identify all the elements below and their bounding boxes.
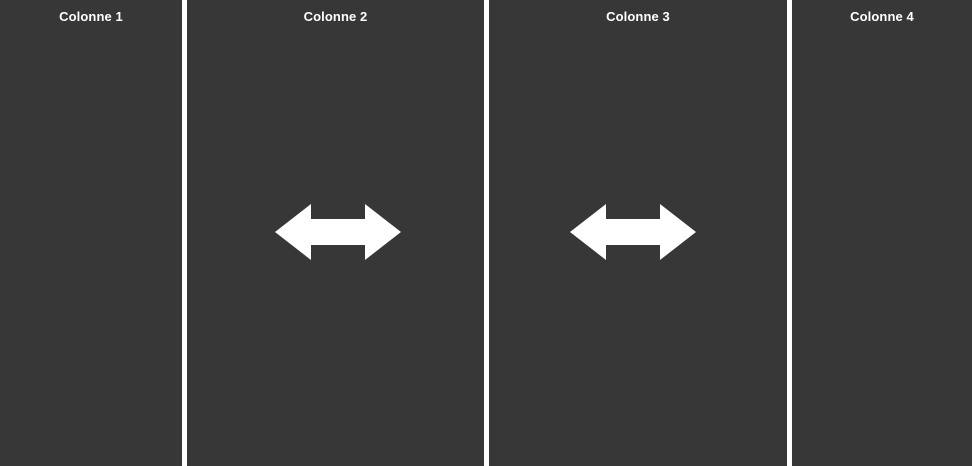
double-arrow-horizontal-icon[interactable] (570, 204, 696, 260)
columns-layout: Colonne 1 Colonne 2 Colonne 3 Colonne 4 (0, 0, 972, 466)
column-title: Colonne 2 (303, 9, 368, 24)
double-arrow-horizontal-icon[interactable] (275, 204, 401, 260)
column-title: Colonne 4 (850, 9, 914, 24)
column-1: Colonne 1 (0, 0, 182, 466)
column-4: Colonne 4 (792, 0, 972, 466)
column-2: Colonne 2 (187, 0, 484, 466)
column-title: Colonne 3 (606, 9, 670, 24)
column-3: Colonne 3 (489, 0, 787, 466)
column-title: Colonne 1 (59, 9, 123, 24)
